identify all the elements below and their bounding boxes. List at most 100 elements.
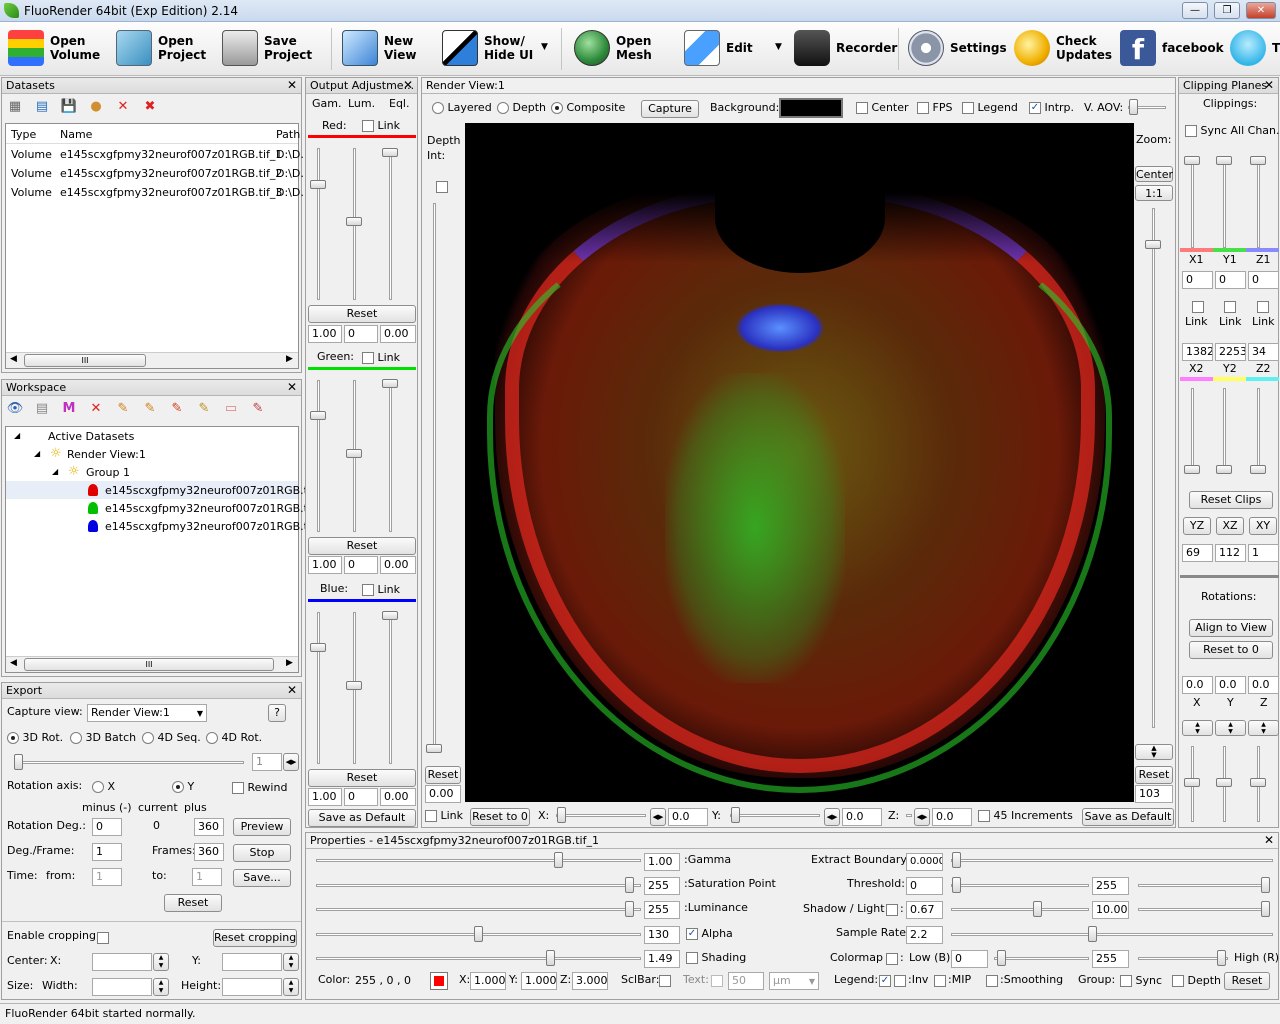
slider-thumb[interactable]: [14, 754, 23, 770]
saturation-input[interactable]: 255: [644, 877, 680, 895]
col-type[interactable]: Type: [11, 128, 36, 141]
composite-radio[interactable]: Composite: [551, 101, 625, 114]
close-icon[interactable]: ✕: [1264, 78, 1274, 92]
threshold-low-input[interactable]: 0: [906, 877, 943, 895]
x2-input[interactable]: 1382: [1182, 343, 1213, 361]
colormap-checkbox[interactable]: [886, 952, 898, 965]
close-icon[interactable]: ✕: [287, 380, 297, 394]
extract-boundary-slider[interactable]: [951, 859, 1273, 862]
slider-thumb[interactable]: [1184, 156, 1200, 165]
slab-y-input[interactable]: 112: [1215, 544, 1246, 562]
colormap-high-slider[interactable]: [1138, 957, 1228, 960]
preview-button[interactable]: Preview: [233, 818, 291, 836]
red-equalization-input[interactable]: 0.00: [380, 325, 416, 343]
edit-dropdown-icon[interactable]: ▼: [775, 42, 782, 52]
threshold-high-slider[interactable]: [1138, 884, 1268, 887]
colormap-high-input[interactable]: 255: [1092, 950, 1129, 968]
shading-slider[interactable]: [316, 957, 641, 960]
time-slider[interactable]: [14, 761, 244, 764]
one-to-one-button[interactable]: 1:1: [1135, 185, 1173, 201]
mode-4d-seq[interactable]: 4D Seq.: [142, 731, 201, 744]
depth-int-checkbox[interactable]: [436, 180, 448, 193]
slider-thumb[interactable]: [474, 926, 483, 942]
slider-thumb[interactable]: [346, 449, 362, 458]
height-input[interactable]: [222, 978, 282, 996]
x1-slider[interactable]: [1191, 156, 1194, 248]
delete-all-icon[interactable]: ✖: [141, 98, 159, 116]
broom-icon[interactable]: ✎: [195, 400, 213, 418]
slider-thumb[interactable]: [625, 901, 634, 917]
frames-input[interactable]: 360: [194, 843, 224, 861]
slider-thumb[interactable]: [557, 807, 566, 823]
blue-equalization-slider[interactable]: [389, 612, 392, 764]
slider-thumb[interactable]: [1250, 156, 1266, 165]
spin-button[interactable]: ▲ ▼: [153, 978, 169, 996]
slider-thumb[interactable]: [1145, 240, 1161, 249]
add-mesh-group-icon[interactable]: M: [60, 400, 78, 418]
zoom-value[interactable]: 103: [1135, 785, 1173, 803]
maximize-button[interactable]: ❐: [1214, 2, 1240, 19]
blue-equalization-input[interactable]: 0.00: [380, 788, 416, 806]
render-save-default-button[interactable]: Save as Default: [1082, 808, 1174, 826]
time-spin-value[interactable]: 1: [252, 753, 282, 771]
tree-volume-item[interactable]: e145scxgfpmy32neurof007z01RGB.tif_: [105, 484, 320, 497]
depth-value[interactable]: 0.00: [425, 785, 461, 803]
y1-input[interactable]: 0: [1215, 271, 1246, 289]
z1-input[interactable]: 0: [1248, 271, 1279, 289]
rot-y-value[interactable]: 0.0: [842, 808, 882, 826]
close-icon[interactable]: ✕: [287, 683, 297, 697]
scalebar-length-input[interactable]: 50: [728, 972, 764, 990]
shadow-checkbox[interactable]: [886, 903, 898, 916]
fps-checkbox[interactable]: FPS: [917, 101, 952, 114]
rotation-plus-input[interactable]: 360: [194, 818, 224, 836]
red-link-checkbox[interactable]: Link: [362, 119, 400, 132]
spin-button[interactable]: ◀▶: [914, 808, 930, 826]
shadow-slider[interactable]: [951, 908, 1089, 911]
light-input[interactable]: 10.00: [1092, 901, 1129, 919]
red-channel-icon[interactable]: [88, 484, 98, 496]
to-input[interactable]: 1: [192, 868, 222, 886]
color-swatch[interactable]: [430, 972, 448, 990]
open-project-button[interactable]: Open Project: [116, 24, 206, 72]
slider-thumb[interactable]: [731, 807, 740, 823]
luminance-slider[interactable]: [316, 908, 641, 911]
rotation-minus-input[interactable]: 0: [92, 818, 122, 836]
close-icon[interactable]: ✕: [1264, 833, 1274, 847]
spin-button[interactable]: ▲ ▼: [1248, 720, 1279, 736]
threshold-high-input[interactable]: 255: [1092, 877, 1129, 895]
z-link-checkbox[interactable]: [1257, 300, 1269, 313]
y1-slider[interactable]: [1223, 156, 1226, 248]
slider-thumb[interactable]: [382, 379, 398, 388]
color-value[interactable]: 255 , 0 , 0: [351, 972, 426, 990]
diffuse-brush-icon[interactable]: ✎: [168, 400, 186, 418]
slider-thumb[interactable]: [1216, 465, 1232, 474]
paint-brush-icon[interactable]: ✎: [114, 400, 132, 418]
zoom-slider[interactable]: [1152, 208, 1155, 728]
slider-thumb[interactable]: [426, 744, 442, 753]
spin-button[interactable]: ▲ ▼: [283, 953, 299, 971]
z1-slider[interactable]: [1257, 156, 1260, 248]
blue-reset-button[interactable]: Reset: [308, 769, 416, 787]
slider-thumb[interactable]: [1033, 901, 1042, 917]
center-checkbox[interactable]: Center: [856, 101, 909, 114]
yz-button[interactable]: YZ: [1183, 517, 1211, 535]
sample-rate-slider[interactable]: [951, 933, 1273, 936]
xy-button[interactable]: XY: [1249, 517, 1277, 535]
center-y-input[interactable]: [222, 953, 282, 971]
spin-button[interactable]: ◀▶: [824, 808, 840, 826]
from-input[interactable]: 1: [92, 868, 122, 886]
gamma-slider[interactable]: [316, 859, 641, 862]
light-bulb-icon[interactable]: ☼: [50, 446, 62, 461]
rot-z-value[interactable]: 0.0: [932, 808, 972, 826]
blue-luminance-input[interactable]: 0: [344, 788, 378, 806]
close-icon[interactable]: ✕: [403, 78, 413, 92]
light-bulb-icon[interactable]: ☼: [68, 464, 80, 479]
capture-button[interactable]: Capture: [641, 100, 699, 118]
rot-y-input[interactable]: 0.0: [1215, 676, 1246, 694]
background-color-swatch[interactable]: [779, 98, 843, 118]
add-group-icon[interactable]: ▤: [33, 400, 51, 418]
depth-slider[interactable]: [433, 203, 436, 753]
shading-input[interactable]: 1.49: [644, 950, 680, 968]
shadow-input[interactable]: 0.67: [906, 901, 943, 919]
slider-thumb[interactable]: [382, 611, 398, 620]
